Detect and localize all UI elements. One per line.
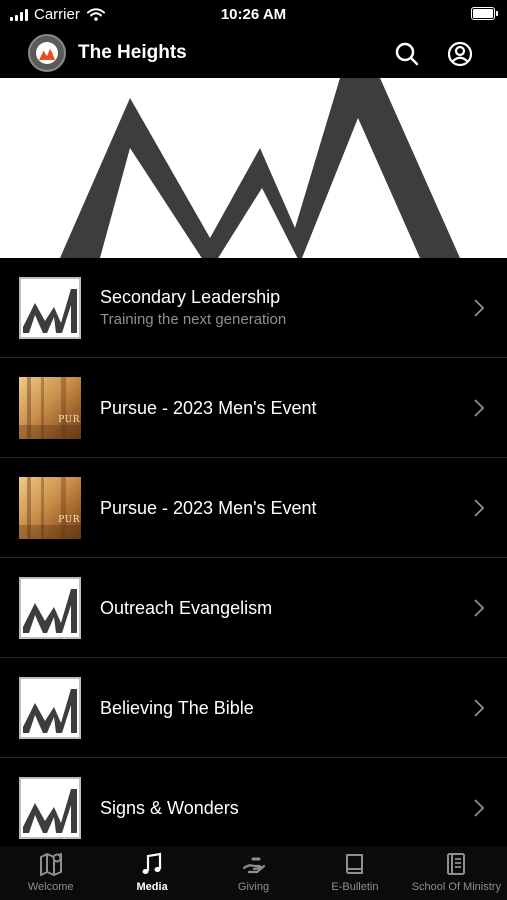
tab-giving[interactable]: Giving <box>203 846 304 900</box>
chevron-right-icon <box>474 399 485 417</box>
map-pin-icon <box>37 850 65 878</box>
pursue-photo-thumbnail: PUR <box>19 477 81 539</box>
forest-graphic <box>19 477 81 539</box>
pursue-photo-thumbnail: PUR <box>19 377 81 439</box>
church-logo-icon[interactable] <box>28 34 66 72</box>
chevron-right-icon <box>474 699 485 717</box>
item-text: Signs & Wonders <box>100 758 457 846</box>
item-title: Secondary Leadership <box>100 287 281 307</box>
heights-logo-thumbnail <box>19 277 81 339</box>
tab-label: E-Bulletin <box>331 881 379 893</box>
item-text: Pursue - 2023 Men's Event <box>100 358 457 458</box>
item-title: Outreach Evangelism <box>100 598 273 618</box>
tab-label: Welcome <box>27 881 74 893</box>
item-title: Pursue - 2023 Men's Event <box>100 398 317 418</box>
search-icon[interactable] <box>393 40 421 68</box>
list-item[interactable]: Signs & Wonders <box>0 758 507 846</box>
chevron-right-icon <box>474 599 485 617</box>
tab-label: School Of Ministry <box>411 881 501 893</box>
list-item[interactable]: PUR Pursue - 2023 Men's Event <box>0 358 507 458</box>
item-title: Pursue - 2023 Men's Event <box>100 498 317 518</box>
tab-welcome[interactable]: Welcome <box>0 846 101 900</box>
tab-e-bulletin[interactable]: E-Bulletin <box>304 846 405 900</box>
hero-banner <box>0 78 507 258</box>
notebook-icon <box>442 850 470 878</box>
account-icon[interactable] <box>446 40 474 68</box>
list-item[interactable]: Secondary Leadership Training the next g… <box>0 258 507 358</box>
tab-media[interactable]: Media <box>101 846 202 900</box>
status-bar: Carrier 10:26 AM <box>0 0 507 30</box>
thumbnail-text: PUR <box>58 415 80 425</box>
app-title: The Heights <box>78 42 187 63</box>
giving-hand-icon <box>240 850 268 878</box>
tab-school-of-ministry[interactable]: School Of Ministry <box>406 846 507 900</box>
item-text: Pursue - 2023 Men's Event <box>100 458 457 558</box>
tab-label: Media <box>136 881 168 893</box>
item-text: Secondary Leadership Training the next g… <box>100 258 457 358</box>
chevron-right-icon <box>474 499 485 517</box>
status-time: 10:26 AM <box>220 6 287 23</box>
forest-graphic <box>19 377 81 439</box>
item-title: Believing The Bible <box>100 698 254 718</box>
item-text: Outreach Evangelism <box>100 558 457 658</box>
heights-logo-thumbnail <box>19 777 81 839</box>
tab-bar: Welcome Media Giving E-Bulletin School O… <box>0 846 507 900</box>
heights-logo-thumbnail <box>19 577 81 639</box>
nav-bar: The Heights <box>0 30 507 78</box>
book-icon <box>341 850 369 878</box>
tab-label: Giving <box>237 881 270 893</box>
chevron-right-icon <box>474 799 485 817</box>
item-title: Signs & Wonders <box>100 798 239 818</box>
list-item[interactable]: Outreach Evangelism <box>0 558 507 658</box>
item-text: Believing The Bible <box>100 658 457 758</box>
list-item[interactable]: PUR Pursue - 2023 Men's Event <box>0 458 507 558</box>
mountains-logo-graphic <box>60 78 460 258</box>
music-note-icon <box>138 850 166 878</box>
media-list: Secondary Leadership Training the next g… <box>0 258 507 846</box>
chevron-right-icon <box>474 299 485 317</box>
list-item[interactable]: Believing The Bible <box>0 658 507 758</box>
item-subtitle: Training the next generation <box>100 311 287 328</box>
thumbnail-text: PUR <box>58 515 80 525</box>
battery-icon <box>471 7 498 20</box>
heights-logo-thumbnail <box>19 677 81 739</box>
